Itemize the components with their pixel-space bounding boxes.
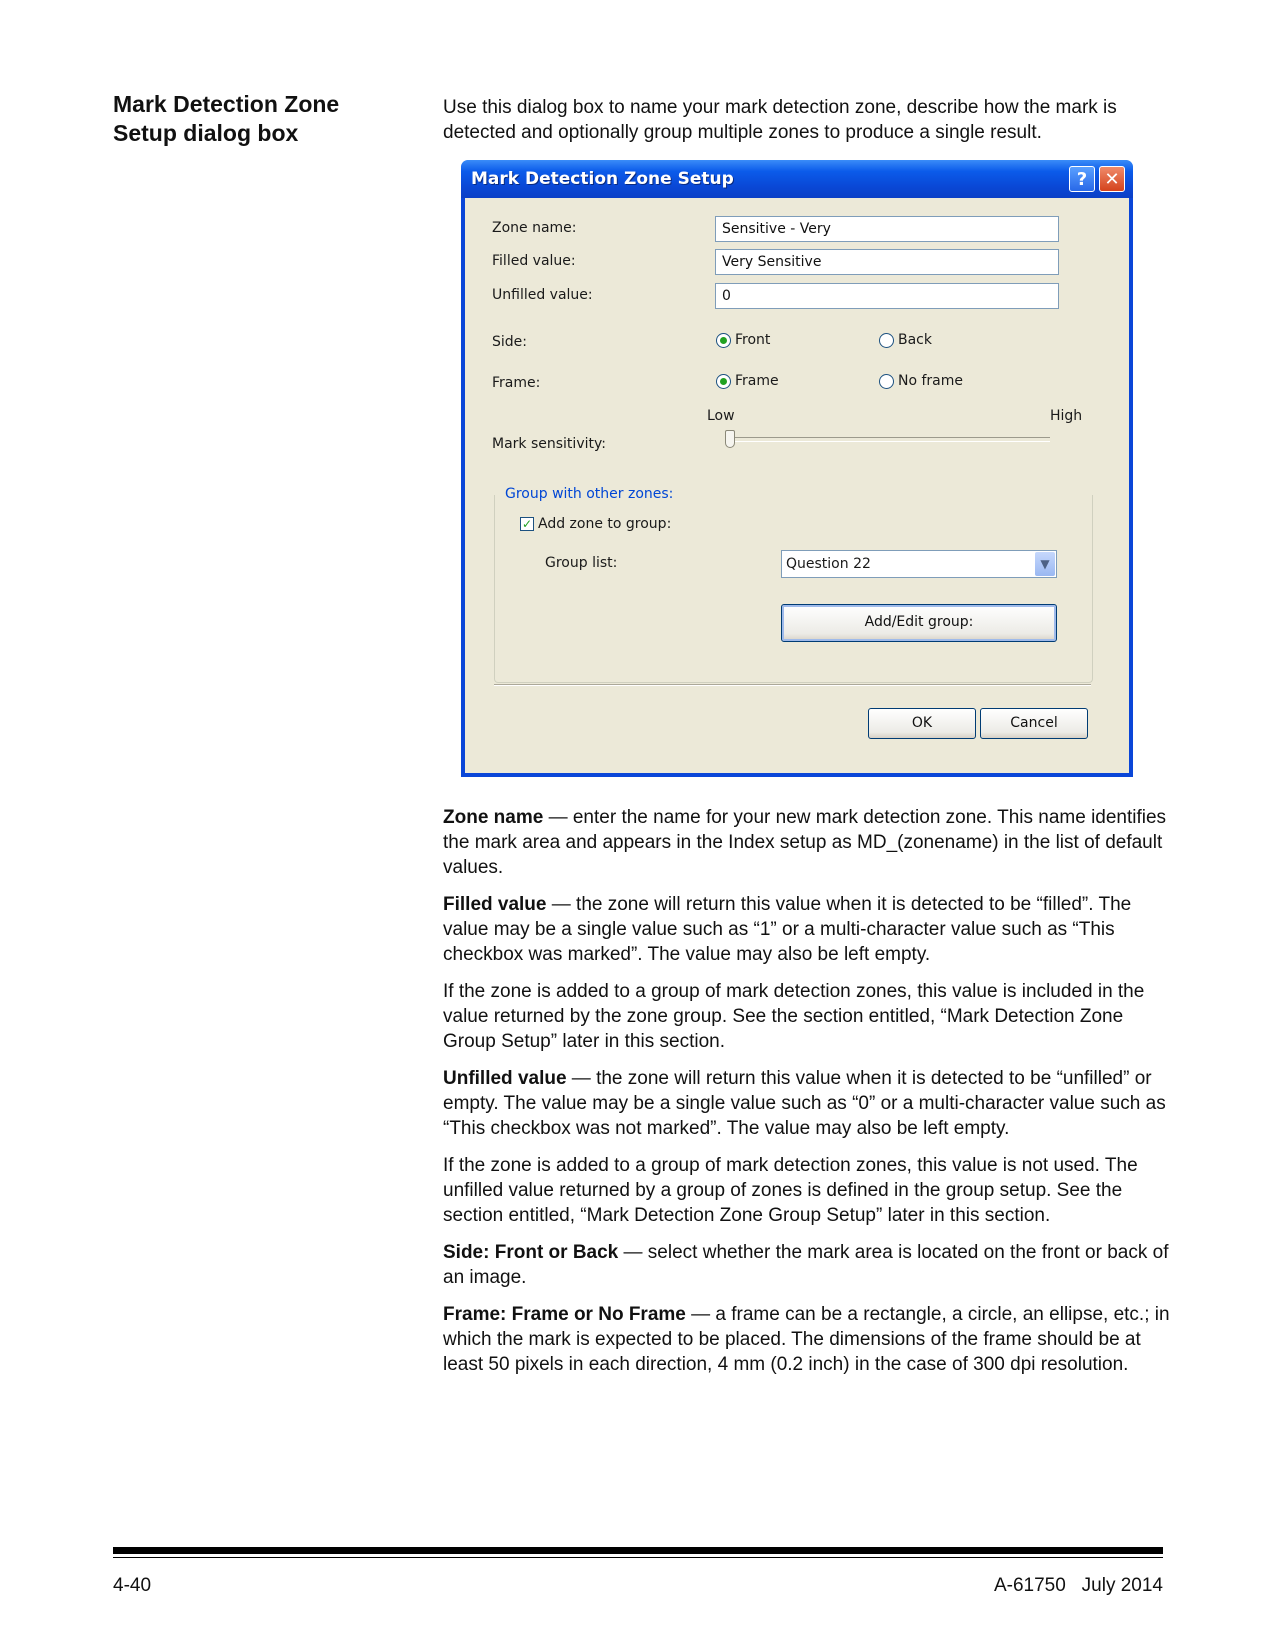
description-text: — the zone will return this value when i…: [443, 894, 1132, 965]
sensitivity-slider-track[interactable]: [730, 437, 1050, 442]
checkmark-icon: ✓: [520, 517, 534, 531]
filled-value-input[interactable]: [715, 249, 1059, 275]
description-paragraph: Zone name — enter the name for your new …: [443, 805, 1175, 880]
close-icon[interactable]: ✕: [1099, 166, 1125, 192]
field-descriptions: Zone name — enter the name for your new …: [443, 805, 1175, 1389]
mark-sensitivity-label: Mark sensitivity:: [492, 436, 606, 452]
description-paragraph: If the zone is added to a group of mark …: [443, 979, 1175, 1054]
side-back-label: Back: [898, 332, 932, 348]
group-list-combo[interactable]: Question 22 ▼: [781, 550, 1057, 578]
chevron-down-icon[interactable]: ▼: [1035, 552, 1055, 576]
radio-selected-icon: [716, 332, 731, 348]
dialog-client-area: Zone name: Filled value: Unfilled value:…: [465, 198, 1129, 773]
description-text: If the zone is added to a group of mark …: [443, 1155, 1138, 1226]
frame-no-frame-radio[interactable]: No frame: [879, 373, 963, 389]
frame-no-frame-label: No frame: [898, 373, 964, 389]
dialog-titlebar: Mark Detection Zone Setup ? ✕: [461, 160, 1133, 198]
zone-name-input[interactable]: [715, 216, 1059, 242]
radio-unselected-icon: [879, 332, 894, 348]
frame-frame-label: Frame: [735, 373, 779, 389]
description-paragraph: If the zone is added to a group of mark …: [443, 1153, 1175, 1228]
add-zone-to-group-label: Add zone to group:: [538, 516, 672, 532]
dialog-separator: [494, 684, 1091, 686]
ok-button[interactable]: OK: [868, 708, 976, 739]
help-icon[interactable]: ?: [1069, 166, 1095, 192]
group-with-other-zones-legend: Group with other zones:: [505, 486, 674, 502]
slider-high-label: High: [1050, 408, 1083, 424]
unfilled-value-input[interactable]: [715, 283, 1059, 309]
radio-unselected-icon: [879, 373, 894, 389]
add-zone-to-group-checkbox[interactable]: ✓ Add zone to group:: [520, 516, 671, 532]
intro-paragraph: Use this dialog box to name your mark de…: [443, 97, 1117, 143]
side-front-radio[interactable]: Front: [716, 332, 770, 348]
slider-low-label: Low: [707, 408, 735, 424]
side-label: Side:: [492, 334, 527, 350]
add-edit-group-button[interactable]: Add/Edit group:: [781, 604, 1057, 642]
footer-rule-thick: [113, 1547, 1163, 1554]
term-filled-value: Filled value: [443, 894, 547, 915]
group-list-label: Group list:: [545, 555, 618, 571]
term-frame: Frame: Frame or No Frame: [443, 1304, 686, 1325]
description-paragraph: Side: Front or Back — select whether the…: [443, 1240, 1175, 1290]
group-list-value: Question 22: [786, 556, 871, 572]
unfilled-value-label: Unfilled value:: [492, 287, 593, 303]
frame-label: Frame:: [492, 375, 541, 391]
filled-value-label: Filled value:: [492, 253, 576, 269]
description-paragraph: Unfilled value — the zone will return th…: [443, 1066, 1175, 1141]
dialog-title: Mark Detection Zone Setup: [471, 169, 734, 189]
sensitivity-slider-thumb[interactable]: [725, 430, 735, 448]
zone-name-label: Zone name:: [492, 220, 577, 236]
side-front-label: Front: [735, 332, 771, 348]
document-reference: A-61750 July 2014: [993, 1575, 1163, 1596]
description-paragraph: Filled value — the zone will return this…: [443, 892, 1175, 967]
description-text: If the zone is added to a group of mark …: [443, 981, 1145, 1052]
term-zone-name: Zone name: [443, 807, 544, 828]
term-side: Side: Front or Back: [443, 1242, 619, 1263]
footer-rule-thin: [113, 1557, 1163, 1558]
term-unfilled-value: Unfilled value: [443, 1068, 567, 1089]
side-back-radio[interactable]: Back: [879, 332, 932, 348]
cancel-button[interactable]: Cancel: [980, 708, 1088, 739]
mark-detection-zone-setup-dialog: Mark Detection Zone Setup ? ✕ Zone name:…: [461, 160, 1133, 777]
description-paragraph: Frame: Frame or No Frame — a frame can b…: [443, 1302, 1175, 1377]
page-number: 4-40: [113, 1575, 152, 1596]
radio-selected-icon: [716, 373, 731, 389]
section-heading: Mark Detection Zone Setup dialog box: [113, 91, 340, 146]
frame-frame-radio[interactable]: Frame: [716, 373, 779, 389]
description-text: — enter the name for your new mark detec…: [443, 807, 1167, 878]
